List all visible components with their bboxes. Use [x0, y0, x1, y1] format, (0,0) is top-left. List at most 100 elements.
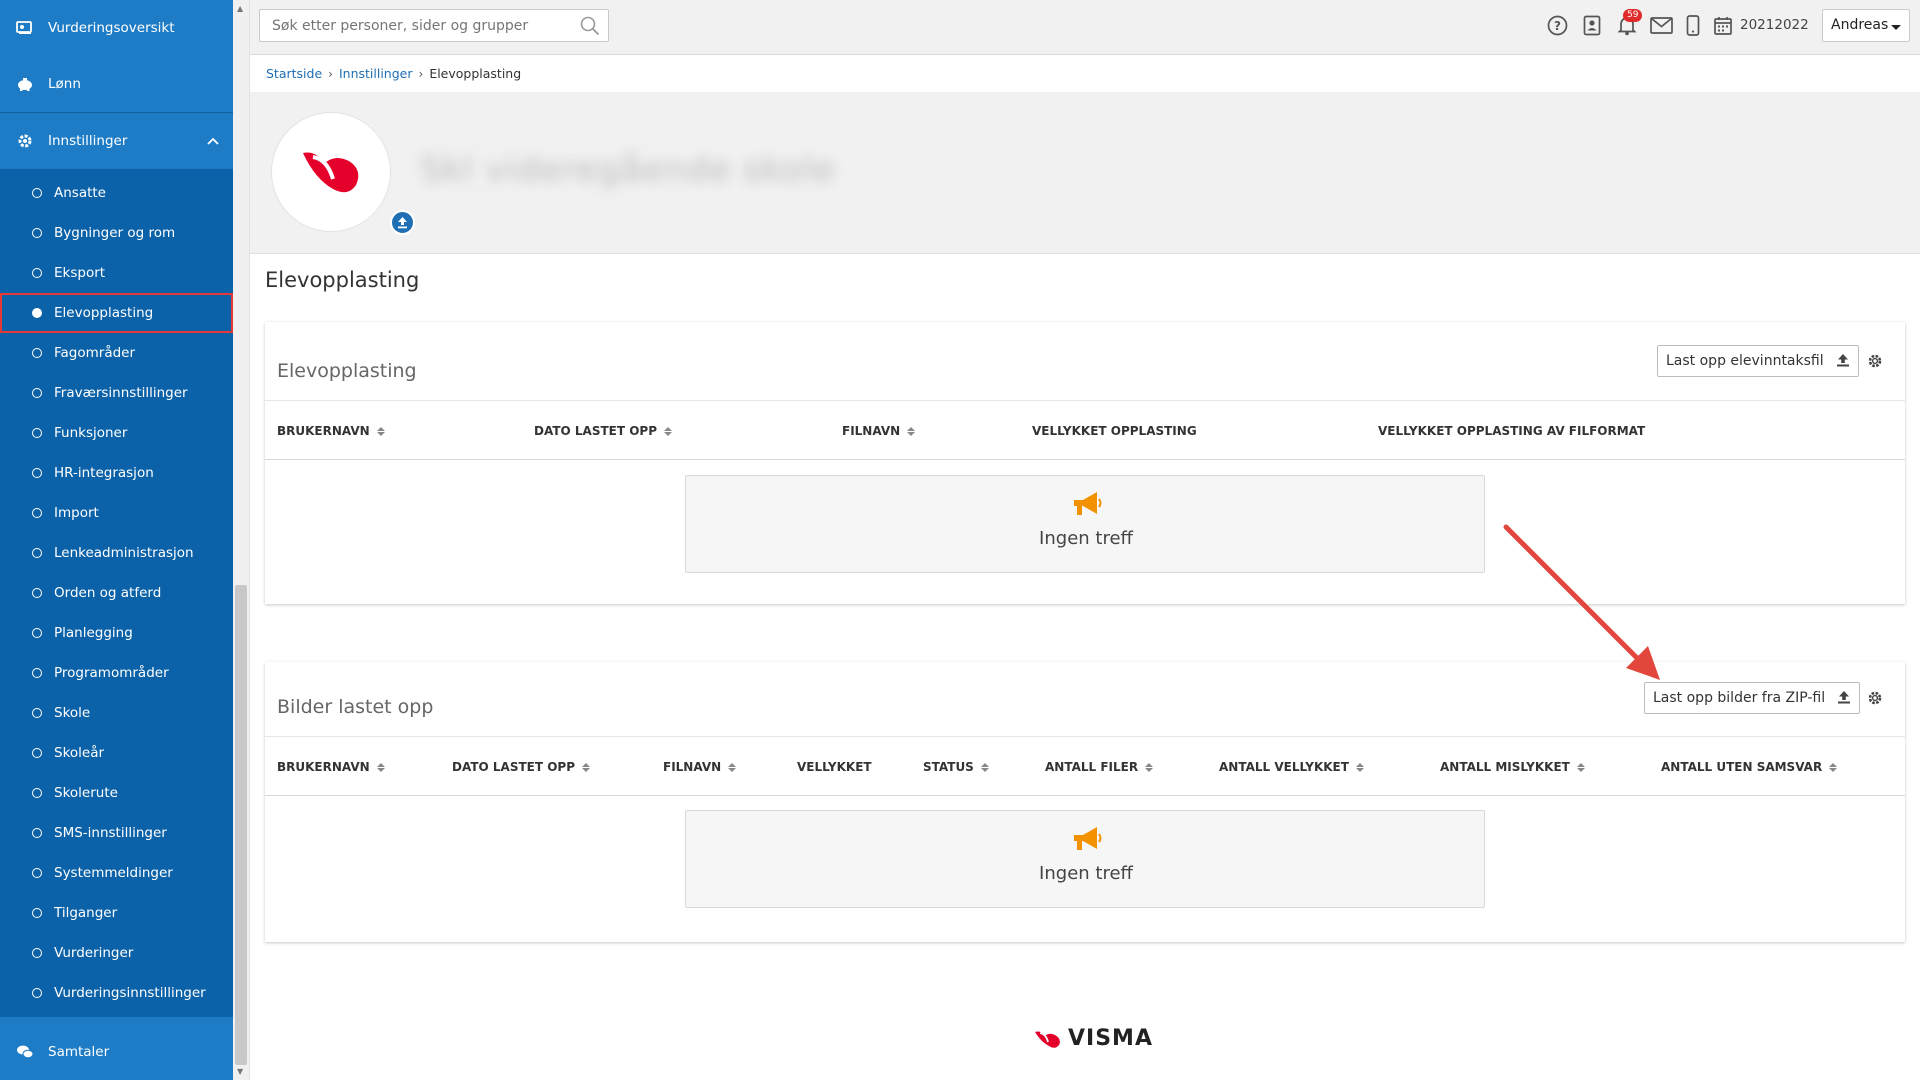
sidebar-top-group: Vurderingsoversikt Lønn Innstillinger — [0, 0, 233, 169]
panel-title: Bilder lastet opp — [277, 696, 434, 718]
search-input[interactable] — [259, 9, 609, 42]
sidebar-subitem-label: Elevopplasting — [54, 305, 154, 321]
sort-icon[interactable] — [907, 426, 916, 436]
panel-title: Elevopplasting — [277, 360, 417, 382]
column-header[interactable]: DATO LASTET OPP — [452, 760, 590, 774]
assessment-icon — [16, 19, 34, 37]
sidebar-subitem-orden-og-atferd[interactable]: Orden og atferd — [0, 573, 233, 613]
sidebar-item-innstillinger[interactable]: Innstillinger — [0, 113, 233, 169]
sidebar-subitem-skolerute[interactable]: Skolerute — [0, 773, 233, 813]
column-header: VELLYKKET — [797, 760, 872, 774]
column-header[interactable]: ANTALL FILER — [1045, 760, 1154, 774]
column-header[interactable]: BRUKERNAVN — [277, 760, 385, 774]
bullet-icon — [32, 748, 42, 758]
breadcrumb-innstillinger[interactable]: Innstillinger — [339, 66, 413, 81]
help-icon[interactable]: ? — [1547, 15, 1568, 40]
sort-icon[interactable] — [1576, 762, 1585, 772]
sort-icon[interactable] — [1355, 762, 1364, 772]
sidebar-subitem-bygninger-og-rom[interactable]: Bygninger og rom — [0, 213, 233, 253]
sidebar-subitem-eksport[interactable]: Eksport — [0, 253, 233, 293]
scroll-up-arrow-icon[interactable]: ▲ — [237, 4, 243, 13]
column-header[interactable]: DATO LASTET OPP — [534, 424, 672, 438]
bullet-icon — [32, 268, 42, 278]
sort-icon[interactable] — [1145, 762, 1154, 772]
sort-icon[interactable] — [980, 762, 989, 772]
breadcrumb-startside[interactable]: Startside — [266, 66, 322, 81]
sort-icon[interactable] — [664, 426, 672, 436]
contact-card-icon[interactable] — [1583, 15, 1601, 40]
sidebar-subitem-skoleår[interactable]: Skoleår — [0, 733, 233, 773]
sidebar-subitem-label: Tilganger — [54, 905, 118, 921]
sidebar-subitem-vurderingsinnstillinger[interactable]: Vurderingsinnstillinger — [0, 973, 233, 1013]
bullet-icon — [32, 908, 42, 918]
column-header[interactable]: FILNAVN — [842, 424, 916, 438]
mail-icon[interactable] — [1650, 17, 1673, 38]
sidebar-subitem-skole[interactable]: Skole — [0, 693, 233, 733]
sidebar-subitem-hr-integrasjon[interactable]: HR-integrasjon — [0, 453, 233, 493]
sidebar-subitem-systemmeldinger[interactable]: Systemmeldinger — [0, 853, 233, 893]
column-header-label: ANTALL FILER — [1045, 760, 1139, 774]
sort-icon[interactable] — [376, 426, 385, 436]
bullet-icon — [32, 228, 42, 238]
column-header[interactable]: ANTALL MISLYKKET — [1440, 760, 1585, 774]
sidebar-subitem-programområder[interactable]: Programområder — [0, 653, 233, 693]
sidebar-subitem-elevopplasting[interactable]: Elevopplasting — [0, 293, 233, 333]
bullet-icon — [32, 308, 42, 318]
sidebar-scrollbar[interactable]: ▲ ▼ — [233, 0, 250, 1080]
button-label: Last opp elevinntaksfil — [1666, 353, 1824, 369]
scrollbar-thumb[interactable] — [235, 585, 247, 1065]
sidebar-item-vurderingsoversikt[interactable]: Vurderingsoversikt — [0, 0, 233, 56]
chevron-right-icon: › — [328, 66, 333, 81]
sidebar-subitem-vurderinger[interactable]: Vurderinger — [0, 933, 233, 973]
column-header-label: ANTALL UTEN SAMSVAR — [1661, 760, 1823, 774]
sidebar-subitem-fagområder[interactable]: Fagområder — [0, 333, 233, 373]
sidebar-item-lonn[interactable]: Lønn — [0, 56, 233, 112]
calendar-icon[interactable] — [1714, 16, 1732, 39]
chevron-up-icon[interactable] — [207, 133, 219, 149]
scroll-down-arrow-icon[interactable]: ▼ — [237, 1067, 243, 1076]
column-header: VELLYKKET OPPLASTING AV FILFORMAT — [1378, 424, 1645, 438]
sidebar-subitem-funksjoner[interactable]: Funksjoner — [0, 413, 233, 453]
megaphone-icon — [1071, 825, 1103, 857]
column-header[interactable]: STATUS — [923, 760, 989, 774]
table-header: BRUKERNAVN DATO LASTET OPP FILNAVN VELLYKKE… — [265, 736, 1905, 796]
column-header[interactable]: ANTALL VELLYKKET — [1219, 760, 1364, 774]
sidebar-subitem-lenkeadministrasjon[interactable]: Lenkeadministrasjon — [0, 533, 233, 573]
mobile-phone-icon[interactable] — [1686, 15, 1700, 40]
sidebar-subitem-label: Import — [54, 505, 99, 521]
sidebar-subitem-planlegging[interactable]: Planlegging — [0, 613, 233, 653]
user-menu-button[interactable]: Andreas — [1822, 9, 1910, 42]
upload-images-zip-button[interactable]: Last opp bilder fra ZIP-fil — [1644, 682, 1861, 714]
column-header[interactable]: BRUKERNAVN — [277, 424, 385, 438]
page-title: Elevopplasting — [265, 268, 420, 292]
sidebar-subitem-import[interactable]: Import — [0, 493, 233, 533]
sort-icon[interactable] — [1829, 762, 1838, 772]
sidebar-subitem-sms-innstillinger[interactable]: SMS-innstillinger — [0, 813, 233, 853]
sidebar-subitem-ansatte[interactable]: Ansatte — [0, 173, 233, 213]
sort-icon[interactable] — [582, 762, 590, 772]
sort-icon[interactable] — [728, 762, 737, 772]
empty-state: Ingen treff — [685, 810, 1485, 908]
upload-student-intake-file-button[interactable]: Last opp elevinntaksfil — [1657, 345, 1859, 377]
visma-wordmark: VISMA — [1068, 1026, 1153, 1051]
sort-icon[interactable] — [376, 762, 385, 772]
sidebar-subitem-label: HR-integrasjon — [54, 465, 154, 481]
column-header-label: ANTALL VELLYKKET — [1219, 760, 1349, 774]
sidebar-item-samtaler[interactable]: Samtaler — [0, 1024, 233, 1080]
empty-state-text: Ingen treff — [1039, 528, 1133, 549]
settings-gear-icon[interactable] — [1867, 690, 1883, 710]
column-header[interactable]: ANTALL UTEN SAMSVAR — [1661, 760, 1838, 774]
sidebar-subitem-label: Eksport — [54, 265, 106, 281]
search-icon[interactable] — [580, 16, 600, 40]
sidebar-subitem-label: Funksjoner — [54, 425, 128, 441]
sidebar-subitem-tilganger[interactable]: Tilganger — [0, 893, 233, 933]
column-header[interactable]: FILNAVN — [663, 760, 737, 774]
sidebar-subitem-label: SMS-innstillinger — [54, 825, 167, 841]
upload-logo-icon[interactable] — [390, 210, 415, 235]
sidebar-subitem-label: Planlegging — [54, 625, 133, 641]
column-header-label: DATO LASTET OPP — [452, 760, 575, 774]
sidebar-subitem-fraværsinnstillinger[interactable]: Fraværsinnstillinger — [0, 373, 233, 413]
settings-gear-icon[interactable] — [1867, 353, 1883, 373]
bullet-icon — [32, 708, 42, 718]
school-year-selector[interactable]: 20212022 — [1740, 17, 1809, 33]
